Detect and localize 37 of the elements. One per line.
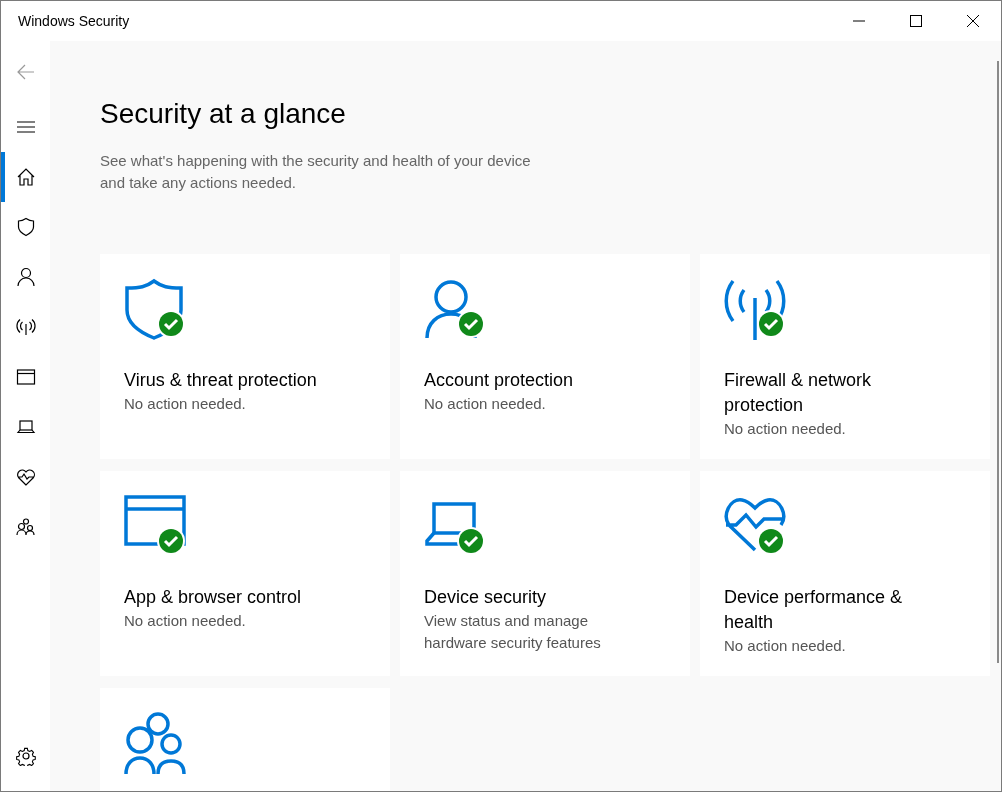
antenna-icon	[724, 278, 786, 340]
antenna-icon	[15, 317, 36, 337]
status-card[interactable]: Firewall & network protection No action needed.	[700, 254, 990, 459]
card-status: View status and manage hardware security features	[424, 611, 602, 653]
card-status: No action needed.	[124, 611, 247, 631]
person-icon	[15, 267, 36, 287]
card-title: Device security	[424, 586, 548, 609]
home-icon	[15, 167, 36, 187]
card-status: No action needed.	[124, 394, 247, 414]
shield-icon	[15, 217, 36, 237]
status-card[interactable]: Device performance & health No action needed.	[700, 471, 990, 676]
card-status: No action needed.	[724, 419, 847, 439]
card-status: No action needed.	[724, 636, 847, 656]
family-icon	[124, 712, 186, 774]
status-card[interactable]: Device security View status and manage hardware security features	[400, 471, 690, 676]
window-title: Windows Security	[18, 13, 131, 29]
card-title: Account protection	[424, 369, 575, 392]
status-card[interactable]: Account protection No action needed.	[400, 254, 690, 459]
maximize-icon	[909, 15, 922, 27]
settings-icon	[15, 746, 36, 766]
status-card[interactable]: App & browser control No action needed.	[100, 471, 390, 676]
close-icon	[966, 15, 979, 27]
shield-icon	[124, 278, 186, 340]
card-title: Firewall & network protection	[724, 369, 873, 417]
family-icon	[15, 517, 36, 537]
card-title: App & browser control	[124, 586, 303, 609]
page-title: Security at a glance	[100, 98, 347, 130]
heart-pulse-icon	[15, 467, 36, 487]
page-description: See what's happening with the security and health of your device and take any actions needed.	[100, 151, 532, 193]
back-arrow-icon	[15, 62, 36, 82]
card-title: Device performance & health	[724, 586, 904, 634]
minimize-icon	[852, 20, 865, 22]
card-status: No action needed.	[424, 394, 547, 414]
scrollbar[interactable]	[997, 61, 999, 663]
card-title: Virus & threat protection	[124, 369, 318, 392]
status-card[interactable]: Virus & threat protection No action needed.	[100, 254, 390, 459]
browser-window-icon	[15, 367, 36, 387]
